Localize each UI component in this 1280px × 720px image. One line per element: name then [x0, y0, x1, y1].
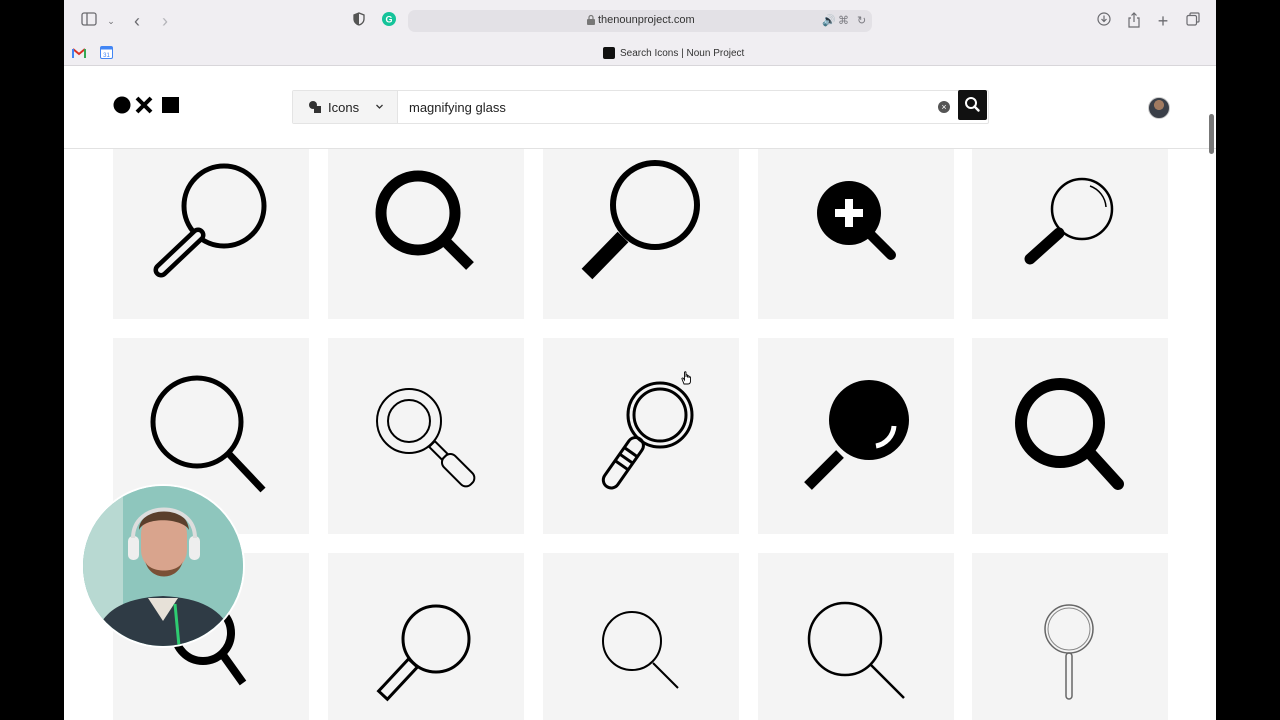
magnifying-glass-outline-handle-icon: [376, 604, 471, 702]
search-button[interactable]: [958, 90, 987, 120]
site-header: Icons ×: [64, 66, 1216, 149]
result-tile[interactable]: [543, 149, 739, 319]
magnifying-glass-thick-handle-icon: [581, 160, 700, 280]
category-label: Icons: [328, 99, 360, 115]
tab-title-text: Search Icons | Noun Project: [620, 47, 745, 59]
user-avatar[interactable]: [1148, 97, 1170, 119]
result-tile[interactable]: [328, 553, 524, 720]
result-tile[interactable]: [758, 338, 954, 534]
result-tile[interactable]: [543, 338, 739, 534]
category-dropdown[interactable]: Icons: [293, 91, 398, 123]
result-tile[interactable]: [758, 553, 954, 720]
reload-icon[interactable]: ↻: [857, 14, 866, 27]
grammarly-icon[interactable]: G: [380, 12, 398, 30]
audio-icon[interactable]: 🔊: [822, 14, 836, 27]
gmail-bookmark-icon[interactable]: [72, 46, 86, 60]
browser-toolbar: ⌄ ‹ › G thenounproject.com 🔊 ⌘ ↻ + 31 Se…: [64, 0, 1216, 66]
active-tab[interactable]: Search Icons | Noun Project: [603, 45, 744, 61]
search-bar: Icons ×: [292, 90, 989, 124]
new-tab-plus-icon[interactable]: +: [1154, 12, 1172, 30]
tab-overview-icon[interactable]: [1184, 12, 1202, 30]
share-icon[interactable]: [1125, 12, 1143, 30]
forward-arrow-icon[interactable]: ›: [156, 12, 174, 30]
download-icon[interactable]: [1095, 12, 1113, 30]
address-bar[interactable]: thenounproject.com 🔊 ⌘ ↻: [408, 10, 872, 32]
magnifying-glass-lens-highlight-icon: [1024, 177, 1114, 265]
presenter-face-image: [83, 486, 243, 646]
noun-project-logo[interactable]: [113, 96, 181, 114]
result-tile[interactable]: [328, 338, 524, 534]
hand-pointer-icon: [681, 371, 691, 385]
shield-icon[interactable]: [350, 12, 368, 30]
results-grid: [64, 149, 1216, 720]
page-scrollbar[interactable]: [1209, 114, 1214, 154]
clear-search-icon[interactable]: ×: [938, 101, 950, 113]
result-tile[interactable]: [543, 553, 739, 720]
lock-icon: [587, 14, 595, 25]
magnifying-glass-double-ring-icon: [376, 388, 476, 488]
magnifying-glass-solid-lens-icon: [804, 380, 909, 490]
presenter-webcam: [83, 486, 243, 646]
chevron-down-icon[interactable]: ⌄: [102, 12, 120, 30]
search-icon: [965, 97, 980, 112]
result-tile[interactable]: [972, 338, 1168, 534]
url-text: thenounproject.com: [598, 14, 695, 26]
browser-window: ⌄ ‹ › G thenounproject.com 🔊 ⌘ ↻ + 31 Se…: [64, 0, 1216, 720]
magnifying-glass-outline-tilted-icon: [153, 163, 267, 278]
video-letterbox-right: [1216, 0, 1280, 720]
result-tile[interactable]: [972, 553, 1168, 720]
magnifying-glass-heavy-icon: [1015, 378, 1124, 490]
result-tile[interactable]: [113, 149, 309, 319]
search-input[interactable]: [397, 91, 952, 123]
magnifying-glass-vertical-thin-icon: [1044, 604, 1094, 700]
calendar-bookmark-icon[interactable]: 31: [100, 46, 114, 60]
svg-text:31: 31: [103, 53, 110, 59]
result-tile[interactable]: [328, 149, 524, 319]
result-tile[interactable]: [972, 149, 1168, 319]
noun-project-favicon: [603, 47, 615, 59]
back-arrow-icon[interactable]: ‹: [128, 12, 146, 30]
chevron-down-icon: [376, 104, 383, 109]
translate-icon[interactable]: ⌘: [838, 14, 849, 27]
sidebar-toggle-icon[interactable]: [80, 12, 98, 30]
magnifying-glass-bold-icon: [375, 170, 474, 270]
zoom-in-plus-icon: [817, 181, 896, 260]
magnifying-glass-striped-handle-icon: [601, 381, 694, 490]
video-letterbox-left: [0, 0, 64, 720]
result-tile[interactable]: [758, 149, 954, 319]
magnifying-glass-thin-large-icon: [807, 601, 905, 699]
shapes-icon: [309, 101, 321, 113]
magnifying-glass-thin-icon: [602, 611, 679, 689]
svg-text:G: G: [385, 15, 392, 25]
